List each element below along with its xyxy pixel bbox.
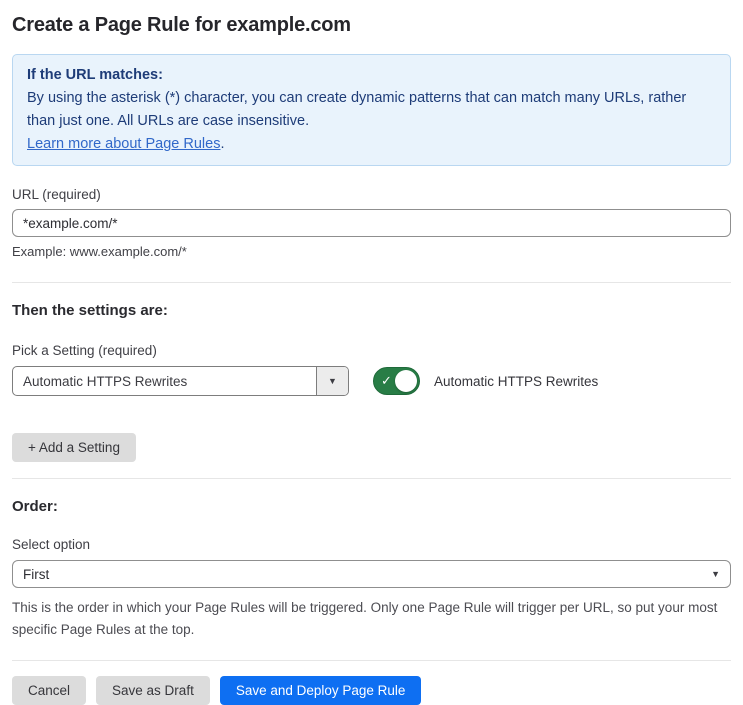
order-section-heading: Order: (12, 498, 58, 515)
setting-select-value: Automatic HTTPS Rewrites (23, 373, 188, 389)
link-period: . (220, 136, 225, 152)
https-rewrites-toggle[interactable]: ✓ (373, 367, 420, 395)
toggle-knob (395, 370, 417, 392)
footer-actions: Cancel Save as Draft Save and Deploy Pag… (12, 676, 731, 705)
setting-select[interactable]: Automatic HTTPS Rewrites ▼ (12, 366, 349, 396)
divider (12, 478, 731, 479)
save-as-draft-button[interactable]: Save as Draft (96, 676, 210, 705)
order-select-value: First (23, 566, 50, 582)
divider (12, 282, 731, 283)
setting-row: Automatic HTTPS Rewrites ▼ ✓ Automatic H… (12, 366, 731, 396)
url-example-helper: Example: www.example.com/* (12, 244, 187, 259)
cancel-button[interactable]: Cancel (12, 676, 87, 705)
chevron-down-icon: ▼ (711, 568, 720, 579)
url-matches-info-box: If the URL matches: By using the asteris… (12, 54, 731, 166)
settings-section-heading: Then the settings are: (12, 302, 168, 319)
learn-more-link[interactable]: Learn more about Page Rules (27, 136, 220, 152)
setting-select-arrow-button[interactable]: ▼ (316, 367, 348, 395)
add-setting-button[interactable]: + Add a Setting (12, 433, 136, 462)
page-rule-form: Create a Page Rule for example.com If th… (0, 14, 743, 705)
info-box-heading: If the URL matches: (27, 67, 163, 83)
check-icon: ✓ (381, 373, 392, 388)
toggle-label: Automatic HTTPS Rewrites (434, 373, 599, 389)
pick-setting-label: Pick a Setting (required) (12, 343, 157, 358)
divider (12, 660, 731, 661)
save-and-deploy-button[interactable]: Save and Deploy Page Rule (219, 676, 422, 705)
url-input[interactable] (12, 209, 731, 237)
info-box-link-line: Learn more about Page Rules. (27, 133, 716, 156)
page-title: Create a Page Rule for example.com (12, 14, 351, 36)
info-box-body: By using the asterisk (*) character, you… (27, 90, 687, 129)
order-select[interactable]: First ▼ (12, 560, 731, 588)
chevron-down-icon: ▼ (328, 375, 337, 386)
order-helper-text: This is the order in which your Page Rul… (12, 600, 718, 637)
url-field-label: URL (required) (12, 187, 101, 202)
order-select-label: Select option (12, 537, 91, 552)
